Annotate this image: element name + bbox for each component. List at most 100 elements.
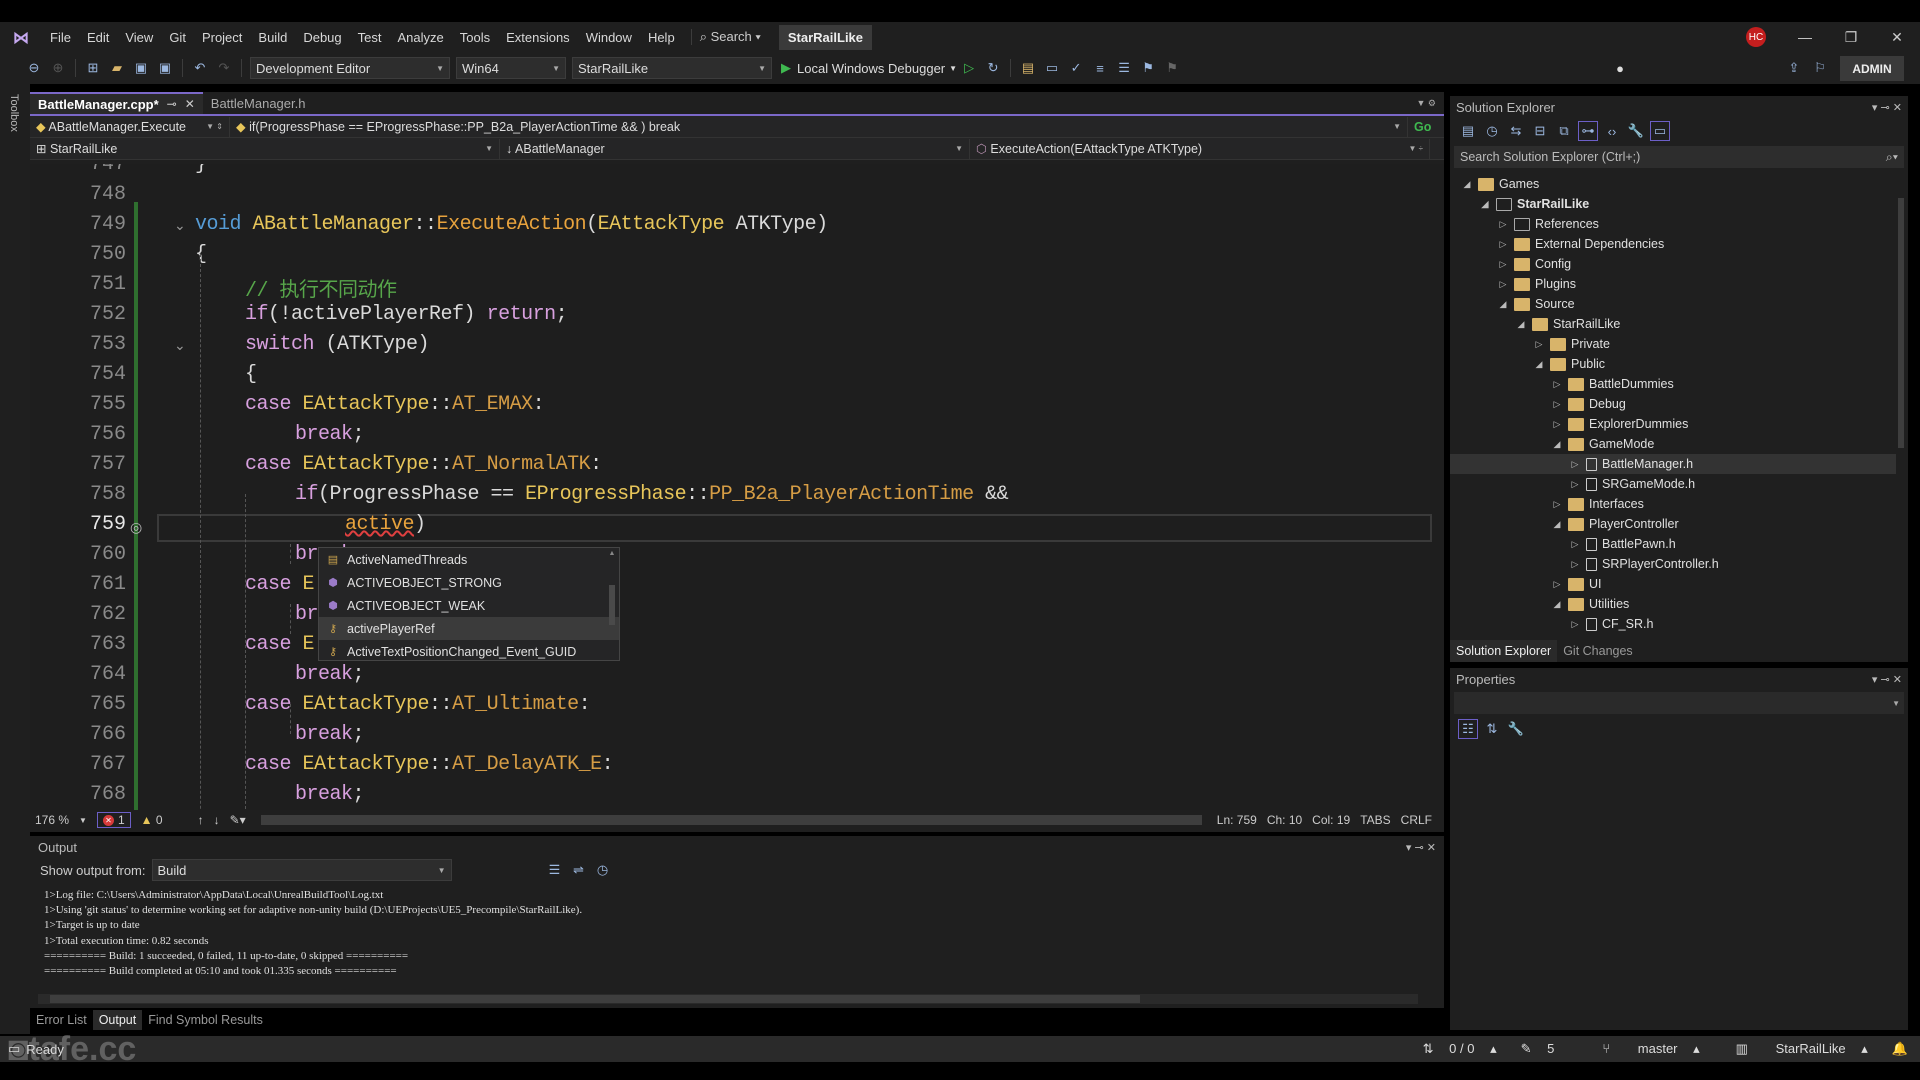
menu-file[interactable]: File bbox=[42, 30, 79, 45]
editor-horizontal-scrollbar[interactable] bbox=[260, 815, 1202, 825]
history-icon[interactable]: ◷ bbox=[1482, 121, 1502, 141]
sync-status[interactable]: ⇅ 0 / 0 ▴ bbox=[1423, 1041, 1497, 1057]
platform-dropdown[interactable]: Win64 ▼ bbox=[456, 57, 566, 79]
collapse-icon[interactable]: ◢ bbox=[1550, 599, 1564, 610]
repository-selector[interactable]: ▥ StarRailLike ▴ bbox=[1724, 1041, 1868, 1057]
line-ending[interactable]: CRLF bbox=[1401, 813, 1432, 827]
tree-item[interactable]: ▷ SRPlayerController.h bbox=[1450, 554, 1896, 574]
save-all-icon[interactable]: ▣ bbox=[155, 58, 175, 78]
expand-icon[interactable]: ▷ bbox=[1532, 339, 1546, 350]
expand-icon[interactable]: ▷ bbox=[1550, 579, 1564, 590]
expand-icon[interactable]: ▷ bbox=[1496, 239, 1510, 250]
property-pages-icon[interactable]: 🔧 bbox=[1506, 719, 1526, 739]
open-icon[interactable]: ▰ bbox=[107, 58, 127, 78]
collapse-all-icon[interactable]: ⊟ bbox=[1530, 121, 1550, 141]
expand-icon[interactable]: ▷ bbox=[1496, 259, 1510, 270]
autocomplete-item[interactable]: ▤ ActiveNamedThreads bbox=[319, 548, 619, 571]
tab-error-list[interactable]: Error List bbox=[30, 1010, 93, 1030]
tree-item[interactable]: ▷ BattleManager.h bbox=[1450, 454, 1896, 474]
expand-icon[interactable]: ▷ bbox=[1568, 559, 1582, 570]
code-view-icon[interactable]: ‹› bbox=[1602, 121, 1622, 141]
tree-item[interactable]: ◢ StarRailLike bbox=[1450, 194, 1896, 214]
tree-item[interactable]: ▷ BattlePawn.h bbox=[1450, 534, 1896, 554]
autocomplete-scrollbar[interactable]: ▲ bbox=[607, 550, 617, 658]
autocomplete-item[interactable]: ⚷ activePlayerRef bbox=[319, 617, 619, 640]
tree-item[interactable]: ▷ CF_SR.h bbox=[1450, 614, 1896, 634]
clear-all-icon[interactable]: ☰ bbox=[545, 860, 565, 880]
tab-git-changes[interactable]: Git Changes bbox=[1557, 640, 1638, 662]
back-icon[interactable]: ⊖ bbox=[24, 58, 44, 78]
panel-controls[interactable]: ▾ ⊸ ✕ bbox=[1872, 101, 1902, 114]
zoom-level[interactable]: 176 % bbox=[35, 813, 69, 827]
tree-item[interactable]: ▷ BattleDummies bbox=[1450, 374, 1896, 394]
sync-icon[interactable]: ⇆ bbox=[1506, 121, 1526, 141]
new-project-icon[interactable]: ⊞ bbox=[83, 58, 103, 78]
collapse-icon[interactable]: ◢ bbox=[1550, 439, 1564, 450]
tree-item[interactable]: ▷ Debug bbox=[1450, 394, 1896, 414]
tree-item[interactable]: ◢ Games bbox=[1450, 174, 1896, 194]
solution-search-input[interactable]: Search Solution Explorer (Ctrl+;) ⌕▾ bbox=[1454, 146, 1904, 168]
statement-dropdown[interactable]: ◆ if(ProgressPhase == EProgressPhase::PP… bbox=[230, 116, 1408, 137]
timestamp-icon[interactable]: ◷ bbox=[593, 860, 613, 880]
tree-item[interactable]: ▷ Config bbox=[1450, 254, 1896, 274]
search-button[interactable]: ⌕ Search ▾ bbox=[690, 29, 769, 45]
tab-overflow-icon[interactable]: ▼ ⚙ bbox=[1409, 98, 1444, 114]
tree-item[interactable]: ▷ Interfaces bbox=[1450, 494, 1896, 514]
toolbox-strip[interactable]: Toolbox bbox=[0, 84, 30, 1034]
expand-icon[interactable]: ▷ bbox=[1568, 539, 1582, 550]
scope-dropdown[interactable]: ◆ ABattleManager.Execute ▼ ⇕ bbox=[30, 116, 230, 137]
menu-view[interactable]: View bbox=[117, 30, 161, 45]
code-cleanup-icon[interactable]: ✎▾ bbox=[230, 813, 246, 827]
tree-item[interactable]: ◢ GameMode bbox=[1450, 434, 1896, 454]
collapse-icon[interactable]: ◢ bbox=[1514, 319, 1528, 330]
restore-button[interactable]: ❐ bbox=[1828, 22, 1874, 52]
refresh-icon[interactable]: ↻ bbox=[983, 58, 1003, 78]
tree-item[interactable]: ◢ Source bbox=[1450, 294, 1896, 314]
menu-window[interactable]: Window bbox=[578, 30, 640, 45]
tree-item[interactable]: ▷ UI bbox=[1450, 574, 1896, 594]
collapse-icon[interactable]: ◢ bbox=[1496, 299, 1510, 310]
pending-changes[interactable]: ✎ 5 bbox=[1521, 1041, 1567, 1057]
tree-item[interactable]: ▷ ExplorerDummies bbox=[1450, 414, 1896, 434]
tree-item[interactable]: ▷ SRGameMode.h bbox=[1450, 474, 1896, 494]
collapse-icon[interactable]: ◢ bbox=[1460, 179, 1474, 190]
fold-chevron-icon[interactable]: ⌄ bbox=[174, 337, 186, 354]
class-dropdown[interactable]: ↓ ABattleManager ▼ bbox=[500, 138, 970, 159]
properties-icon[interactable]: 🔧 bbox=[1626, 121, 1646, 141]
tree-item[interactable]: ▷ References bbox=[1450, 214, 1896, 234]
close-window-button[interactable]: ✕ bbox=[1874, 22, 1920, 52]
notifications-icon[interactable]: 🔔 bbox=[1892, 1041, 1908, 1057]
autocomplete-item[interactable]: ⚷ ActiveTextPositionChanged_Event_GUID bbox=[319, 640, 619, 663]
menu-extensions[interactable]: Extensions bbox=[498, 30, 578, 45]
output-source-dropdown[interactable]: Build ▼ bbox=[151, 859, 452, 881]
output-text[interactable]: 1>Log file: C:\Users\Administrator\AppDa… bbox=[44, 888, 582, 979]
properties-object-dropdown[interactable]: ▼ bbox=[1454, 692, 1904, 714]
menu-test[interactable]: Test bbox=[350, 30, 390, 45]
collapse-icon[interactable]: ◢ bbox=[1478, 199, 1492, 210]
close-tab-icon[interactable]: ✕ bbox=[185, 97, 195, 111]
collapse-icon[interactable]: ◢ bbox=[1550, 519, 1564, 530]
indent-mode[interactable]: TABS bbox=[1360, 813, 1390, 827]
show-all-files-icon[interactable]: ⧉ bbox=[1554, 121, 1574, 141]
menu-tools[interactable]: Tools bbox=[452, 30, 498, 45]
menu-help[interactable]: Help bbox=[640, 30, 683, 45]
expand-icon[interactable]: ▷ bbox=[1568, 459, 1582, 470]
menu-analyze[interactable]: Analyze bbox=[389, 30, 451, 45]
tree-item[interactable]: ▷ Plugins bbox=[1450, 274, 1896, 294]
go-button[interactable]: Go bbox=[1414, 120, 1431, 134]
next-issue-icon[interactable]: ↓ bbox=[214, 813, 220, 827]
menu-debug[interactable]: Debug bbox=[295, 30, 349, 45]
configuration-dropdown[interactable]: Development Editor ▼ bbox=[250, 57, 450, 79]
tab-battlemanager-h[interactable]: BattleManager.h bbox=[203, 92, 348, 114]
autocomplete-item[interactable]: ⬢ ACTIVEOBJECT_WEAK bbox=[319, 594, 619, 617]
tab-find-symbol-results[interactable]: Find Symbol Results bbox=[142, 1010, 269, 1030]
tree-item[interactable]: ◢ Utilities bbox=[1450, 594, 1896, 614]
minimize-button[interactable]: — bbox=[1782, 22, 1828, 52]
prev-issue-icon[interactable]: ↑ bbox=[198, 813, 204, 827]
autocomplete-item[interactable]: ⬢ ACTIVEOBJECT_STRONG bbox=[319, 571, 619, 594]
spell-check-icon[interactable]: ✓ bbox=[1066, 58, 1086, 78]
pin-icon[interactable]: ⊸ bbox=[167, 97, 177, 111]
feedback-icon[interactable]: ⚐ bbox=[1810, 58, 1830, 78]
output-horizontal-scrollbar[interactable] bbox=[38, 994, 1418, 1004]
member-dropdown[interactable]: ⬡ ExecuteAction(EAttackType ATKType) ▼ ÷ bbox=[970, 138, 1430, 159]
